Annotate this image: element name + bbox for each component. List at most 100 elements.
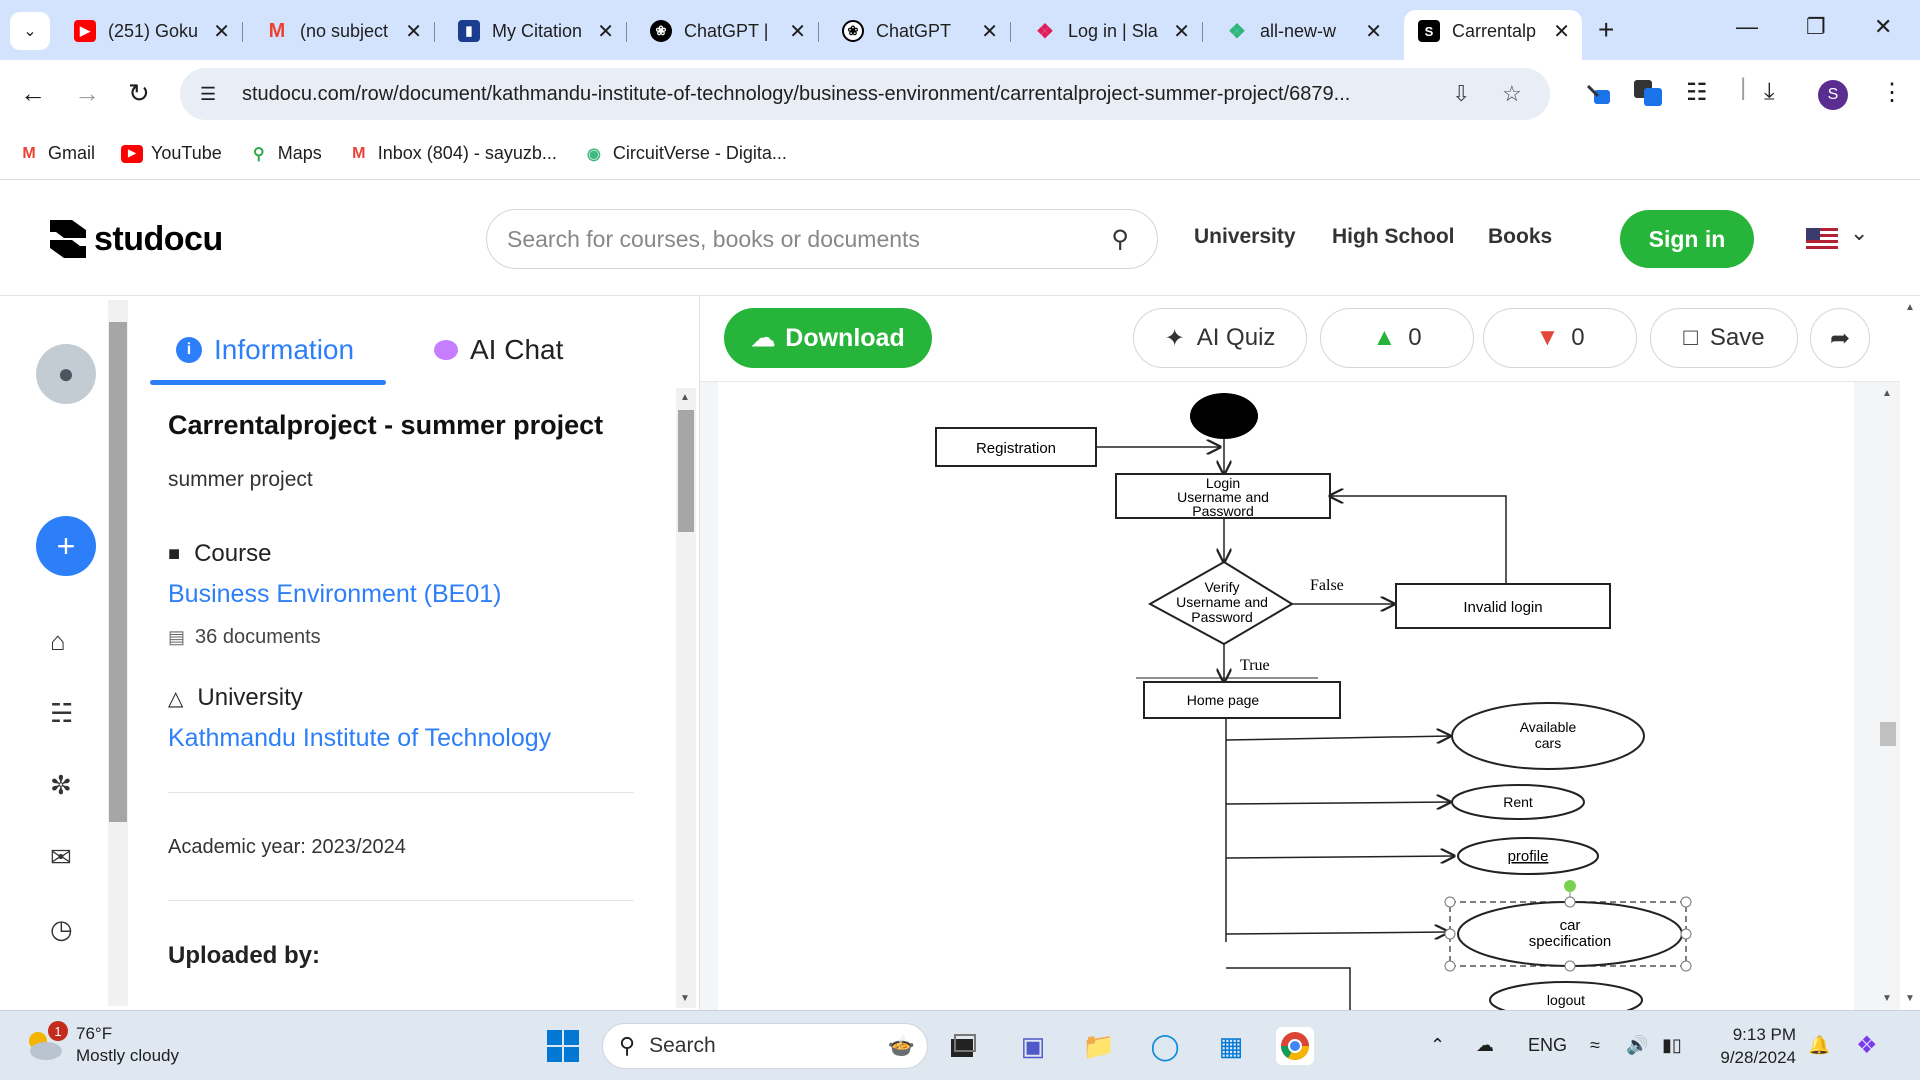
bookmark-inbox[interactable]: M Inbox (804) - sayuzb... xyxy=(348,143,557,164)
dislike-button[interactable]: ▼ 0 xyxy=(1483,308,1637,368)
bookmark-maps[interactable]: ⚲ Maps xyxy=(248,143,322,164)
chrome-icon[interactable] xyxy=(1276,1027,1314,1065)
tab-information[interactable]: i Information xyxy=(176,334,354,366)
car-specification-node[interactable]: car specification xyxy=(1444,880,1692,972)
windows-start-icon[interactable] xyxy=(544,1027,582,1065)
chevron-down-icon[interactable]: ⌄ xyxy=(1850,220,1868,246)
rotate-handle[interactable] xyxy=(1564,880,1576,892)
file-explorer-icon[interactable]: 📁 xyxy=(1080,1027,1118,1065)
wifi-icon[interactable]: ≈ xyxy=(1590,1035,1600,1056)
download-button[interactable]: ☁ Download xyxy=(724,308,932,368)
battery-icon[interactable]: ▮▯ xyxy=(1662,1035,1682,1056)
new-tab-button[interactable]: + xyxy=(1598,14,1614,46)
sidebar-scrollbar[interactable] xyxy=(108,300,128,1006)
more-menu-icon[interactable]: ⋮ xyxy=(1880,78,1904,107)
close-icon[interactable]: ✕ xyxy=(1173,19,1190,44)
scroll-down-arrow-icon[interactable]: ▼ xyxy=(680,993,690,1004)
notification-bell-icon[interactable]: 🔔 xyxy=(1808,1035,1830,1056)
weather-widget[interactable]: 1 76°F Mostly cloudy xyxy=(24,1021,179,1067)
close-icon[interactable]: ✕ xyxy=(789,19,806,44)
url-text[interactable]: studocu.com/row/document/kathmandu-insti… xyxy=(242,83,1462,106)
download-icon[interactable]: ⤓ xyxy=(1764,78,1775,106)
history-clock-icon[interactable]: ◷ xyxy=(50,914,73,945)
site-settings-icon[interactable]: ☰ xyxy=(200,84,232,105)
browser-tab-active[interactable]: S Carrentalp ✕ xyxy=(1404,10,1582,60)
close-icon[interactable]: ✕ xyxy=(405,19,422,44)
library-icon[interactable]: ☵ xyxy=(50,698,73,729)
close-icon[interactable]: ✕ xyxy=(1365,19,1382,44)
onedrive-cloud-icon[interactable]: ☁ xyxy=(1476,1035,1494,1056)
bookmark-youtube[interactable]: ▶ YouTube xyxy=(121,143,222,164)
search-icon[interactable]: ⚲ xyxy=(1111,225,1129,254)
browser-tab[interactable]: ❀ ChatGPT | ✕ xyxy=(636,10,819,52)
translate-extension-icon[interactable] xyxy=(1632,78,1664,115)
page-scrollbar[interactable]: ▲ ▼ xyxy=(1900,296,1920,1010)
input-language[interactable]: ENG xyxy=(1528,1035,1567,1056)
bookmark-star-icon[interactable]: ☆ xyxy=(1502,81,1522,107)
scroll-up-arrow-icon[interactable]: ▲ xyxy=(1882,388,1892,399)
course-link[interactable]: Business Environment (BE01) xyxy=(168,580,501,609)
us-flag-icon[interactable] xyxy=(1806,228,1838,250)
sign-in-button[interactable]: Sign in xyxy=(1620,210,1754,268)
back-button[interactable]: ← xyxy=(20,78,46,109)
copilot-icon[interactable]: ❖ xyxy=(1856,1031,1878,1060)
site-search-input[interactable]: Search for courses, books or documents ⚲ xyxy=(486,209,1158,269)
chat-icon[interactable]: ✉ xyxy=(50,842,72,873)
scrollbar-thumb[interactable] xyxy=(1880,722,1896,746)
university-link[interactable]: Kathmandu Institute of Technology xyxy=(168,724,551,753)
nav-university[interactable]: University xyxy=(1194,225,1296,249)
close-icon[interactable]: ✕ xyxy=(213,19,230,44)
like-button[interactable]: ▲ 0 xyxy=(1320,308,1474,368)
close-icon[interactable]: ✕ xyxy=(597,19,614,44)
browser-tab[interactable]: ❖ Log in | Sla ✕ xyxy=(1020,10,1203,52)
user-avatar-icon[interactable]: ● xyxy=(36,344,96,404)
volume-icon[interactable]: 🔊 xyxy=(1626,1035,1648,1056)
close-icon[interactable]: ✕ xyxy=(981,19,998,44)
bookmark-circuitverse[interactable]: ◉ CircuitVerse - Digita... xyxy=(583,143,787,164)
close-icon[interactable]: ✕ xyxy=(1553,19,1570,44)
show-hidden-icons-chevron-up-icon[interactable]: ⌃ xyxy=(1430,1035,1445,1056)
install-app-icon[interactable]: ⇩ xyxy=(1452,81,1470,107)
close-window-button[interactable]: ✕ xyxy=(1874,14,1892,40)
studocu-logo[interactable]: studocu xyxy=(46,216,223,262)
browser-tab[interactable]: ▶ (251) Goku ✕ xyxy=(60,10,243,52)
edge-browser-icon[interactable]: ◯ xyxy=(1146,1027,1184,1065)
teams-icon[interactable]: ▣ xyxy=(1014,1027,1052,1065)
scroll-up-arrow-icon[interactable]: ▲ xyxy=(680,392,690,403)
profile-avatar[interactable]: S xyxy=(1818,80,1848,110)
forward-button[interactable]: → xyxy=(74,78,100,109)
scroll-down-arrow-icon[interactable]: ▼ xyxy=(1905,993,1915,1004)
ai-quiz-button[interactable]: ✦ AI Quiz xyxy=(1133,308,1307,368)
nav-books[interactable]: Books xyxy=(1488,225,1552,249)
restore-button[interactable]: ❐ xyxy=(1806,14,1826,40)
tab-ai-chat[interactable]: AI Chat xyxy=(434,334,563,366)
scroll-up-arrow-icon[interactable]: ▲ xyxy=(1905,302,1915,313)
save-button[interactable]: □ Save xyxy=(1650,308,1798,368)
extensions-puzzle-icon[interactable]: ☷ xyxy=(1686,78,1708,107)
bookmark-gmail[interactable]: M Gmail xyxy=(18,143,95,164)
share-button[interactable]: ➦ xyxy=(1810,308,1870,368)
tab-search-button[interactable]: ⌄ xyxy=(10,12,50,50)
home-icon[interactable]: ⌂ xyxy=(50,626,66,657)
browser-tab[interactable]: ❖ all-new-w ✕ xyxy=(1212,10,1394,52)
task-view-icon[interactable] xyxy=(944,1027,982,1065)
scrollbar-thumb[interactable] xyxy=(678,410,694,532)
microsoft-store-icon[interactable]: ▦ xyxy=(1212,1027,1250,1065)
minimize-button[interactable]: — xyxy=(1736,14,1758,40)
ai-brain-icon[interactable]: ✼ xyxy=(50,770,72,801)
browser-tab[interactable]: ▮ My Citation ✕ xyxy=(444,10,627,52)
taskbar-search-box[interactable]: ⚲ Search 🍲 xyxy=(602,1023,928,1069)
reload-button[interactable]: ↻ xyxy=(128,78,150,109)
add-button[interactable]: + xyxy=(36,516,96,576)
extension-icon[interactable] xyxy=(1584,78,1614,115)
nav-high-school[interactable]: High School xyxy=(1332,225,1455,249)
address-bar[interactable]: ☰ studocu.com/row/document/kathmandu-ins… xyxy=(180,68,1550,120)
scrollbar-thumb[interactable] xyxy=(109,322,127,822)
uploaded-by-label: Uploaded by: xyxy=(168,942,321,969)
viewer-scrollbar[interactable]: ▲ ▼ xyxy=(1876,382,1900,1010)
system-clock[interactable]: 9:13 PM 9/28/2024 xyxy=(1710,1023,1796,1069)
browser-tab[interactable]: ❀ ChatGPT ✕ xyxy=(828,10,1011,52)
scroll-down-arrow-icon[interactable]: ▼ xyxy=(1882,993,1892,1004)
browser-tab[interactable]: M (no subject ✕ xyxy=(252,10,435,52)
panel-scrollbar[interactable]: ▲ ▼ xyxy=(676,388,696,1008)
